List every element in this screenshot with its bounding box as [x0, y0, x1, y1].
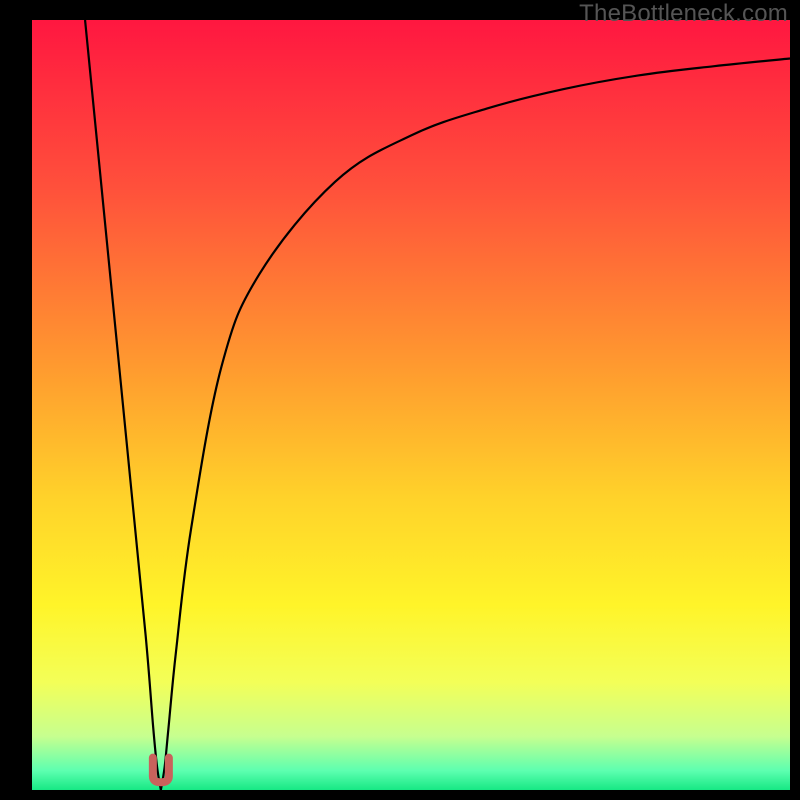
bottleneck-chart	[0, 0, 800, 800]
watermark-text: TheBottleneck.com	[579, 0, 788, 28]
chart-frame: TheBottleneck.com	[0, 0, 800, 800]
